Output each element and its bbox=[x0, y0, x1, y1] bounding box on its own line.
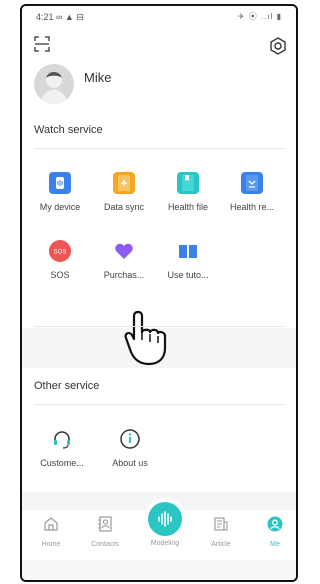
divider bbox=[34, 148, 284, 149]
nav-article-label: Article bbox=[211, 541, 231, 548]
health-report-item[interactable]: Health re... bbox=[220, 172, 284, 212]
sos-icon: SOS bbox=[49, 240, 71, 262]
customer-service-item[interactable]: Custome... bbox=[30, 428, 94, 468]
my-device-label: My device bbox=[39, 202, 81, 212]
tap-hand-icon bbox=[124, 310, 167, 366]
headset-icon bbox=[51, 428, 73, 450]
waveform-icon bbox=[158, 511, 172, 527]
use-tutorial-item[interactable]: Use tuto... bbox=[156, 240, 220, 280]
data-sync-label: Data sync bbox=[103, 202, 145, 212]
contacts-icon bbox=[98, 516, 112, 532]
other-service-title: Other service bbox=[34, 380, 100, 392]
watch-service-title: Watch service bbox=[34, 124, 103, 136]
health-file-item[interactable]: Health file bbox=[156, 172, 220, 212]
my-device-item[interactable]: My device bbox=[28, 172, 92, 212]
sos-label: SOS bbox=[50, 270, 70, 280]
modeling-button[interactable] bbox=[148, 502, 182, 536]
nav-me-label: Me bbox=[270, 541, 280, 548]
nav-contacts[interactable]: Contacts bbox=[80, 516, 130, 548]
status-icons: ✈ ⦿ ..ıl ▮ bbox=[237, 12, 282, 21]
nav-article[interactable]: Article bbox=[196, 516, 246, 548]
divider bbox=[34, 404, 284, 405]
status-bar: 4:21 ∞ ▲ ⊟ ✈ ⦿ ..ıl ▮ bbox=[22, 6, 296, 28]
sos-item[interactable]: SOS SOS bbox=[28, 240, 92, 280]
data-sync-item[interactable]: Data sync bbox=[92, 172, 156, 212]
status-time: 4:21 ∞ ▲ ⊟ bbox=[36, 12, 84, 22]
customer-service-label: Custome... bbox=[40, 458, 84, 468]
nav-modeling-label: Modeling bbox=[150, 540, 180, 547]
avatar[interactable] bbox=[34, 64, 74, 104]
health-report-label: Health re... bbox=[229, 202, 275, 212]
purchase-item[interactable]: Purchas... bbox=[92, 240, 156, 280]
article-icon bbox=[214, 517, 228, 531]
username[interactable]: Mike bbox=[84, 70, 111, 85]
bottom-nav: Home Contacts Modeling Article Me bbox=[22, 502, 296, 560]
use-tutorial-label: Use tuto... bbox=[167, 270, 209, 280]
divider bbox=[34, 326, 284, 327]
nav-home[interactable]: Home bbox=[26, 516, 76, 548]
data-sync-icon bbox=[113, 172, 135, 194]
system-nav-bar bbox=[22, 560, 296, 580]
health-file-label: Health file bbox=[167, 202, 209, 212]
scan-icon[interactable] bbox=[34, 36, 50, 52]
svg-text:SOS: SOS bbox=[54, 250, 67, 256]
nav-me[interactable]: Me bbox=[250, 516, 296, 548]
watch-service-card: Watch service My device Data sync Health… bbox=[22, 122, 296, 366]
about-us-label: About us bbox=[112, 458, 148, 468]
profile-icon bbox=[267, 516, 283, 532]
settings-icon[interactable] bbox=[268, 36, 288, 56]
purchase-icon bbox=[113, 240, 135, 262]
other-service-card: Other service Custome... About us bbox=[22, 368, 296, 492]
nav-home-label: Home bbox=[41, 541, 61, 548]
about-us-item[interactable]: About us bbox=[98, 428, 162, 468]
tutorial-icon bbox=[177, 240, 199, 262]
nav-modeling[interactable]: Modeling bbox=[140, 502, 190, 547]
phone-frame: 4:21 ∞ ▲ ⊟ ✈ ⦿ ..ıl ▮ Mike Watch service… bbox=[20, 4, 298, 582]
watch-icon bbox=[49, 172, 71, 194]
health-report-icon bbox=[241, 172, 263, 194]
nav-contacts-label: Contacts bbox=[91, 541, 119, 548]
purchase-label: Purchas... bbox=[103, 270, 145, 280]
info-icon bbox=[119, 428, 141, 450]
home-icon bbox=[44, 517, 58, 531]
health-file-icon bbox=[177, 172, 199, 194]
